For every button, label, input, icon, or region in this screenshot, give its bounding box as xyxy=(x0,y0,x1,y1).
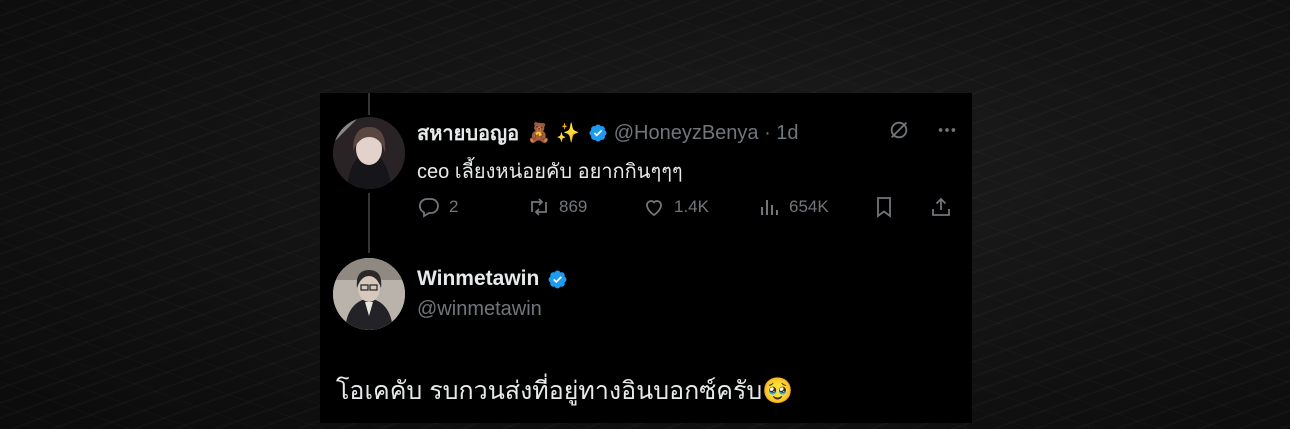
verified-badge-icon xyxy=(547,269,567,289)
views-icon xyxy=(761,200,778,215)
thread-line-top xyxy=(368,93,370,115)
reply-avatar[interactable] xyxy=(333,117,405,189)
reply-icon xyxy=(418,198,439,218)
like-icon xyxy=(646,200,662,217)
reply-handle-time[interactable]: @HoneyzBenya · 1d xyxy=(614,122,799,145)
repost-count: 869 xyxy=(559,197,588,216)
reply-display-name[interactable]: สหายบอญอ xyxy=(417,117,519,149)
reply-header: สหายบอญอ 🧸 ✨ @HoneyzBenya · 1d xyxy=(417,117,958,149)
tweet-card: สหายบอญอ 🧸 ✨ @HoneyzBenya · 1d ceo เลี้ย… xyxy=(320,93,972,423)
verified-badge-icon xyxy=(588,123,608,143)
views-count: 654K xyxy=(789,197,829,216)
more-icon[interactable] xyxy=(936,119,958,147)
reply-actions: 2 869 1.4K 654K xyxy=(417,193,957,221)
post-handle[interactable]: @winmetawin xyxy=(417,298,542,321)
share-icon xyxy=(932,197,950,216)
post-avatar[interactable] xyxy=(333,258,405,330)
avatar-image xyxy=(333,258,405,330)
post-text: โอเคคับ รบกวนส่งที่อยู่ทางอินบอกซ์ครับ🥹 xyxy=(336,377,794,405)
grok-icon[interactable] xyxy=(888,119,910,147)
reply-text: ceo เลี้ยงหน่อยคับ อยากกินๆๆๆ xyxy=(417,161,683,183)
repost-button[interactable]: 869 xyxy=(527,195,587,219)
thread-line-connector xyxy=(368,193,370,253)
reply-count: 2 xyxy=(449,197,459,216)
avatar-image xyxy=(333,117,405,189)
bookmark-button[interactable] xyxy=(872,195,896,219)
like-button[interactable]: 1.4K xyxy=(642,195,709,219)
post-display-name[interactable]: Winmetawin xyxy=(417,267,539,291)
post-name-row: Winmetawin xyxy=(417,267,567,291)
views-button[interactable]: 654K xyxy=(757,195,829,219)
name-emojis: 🧸 ✨ xyxy=(527,123,580,144)
bookmark-icon xyxy=(877,197,891,218)
share-button[interactable] xyxy=(929,195,953,219)
like-count: 1.4K xyxy=(674,197,709,216)
repost-icon xyxy=(531,198,547,216)
reply-button[interactable]: 2 xyxy=(417,195,458,219)
